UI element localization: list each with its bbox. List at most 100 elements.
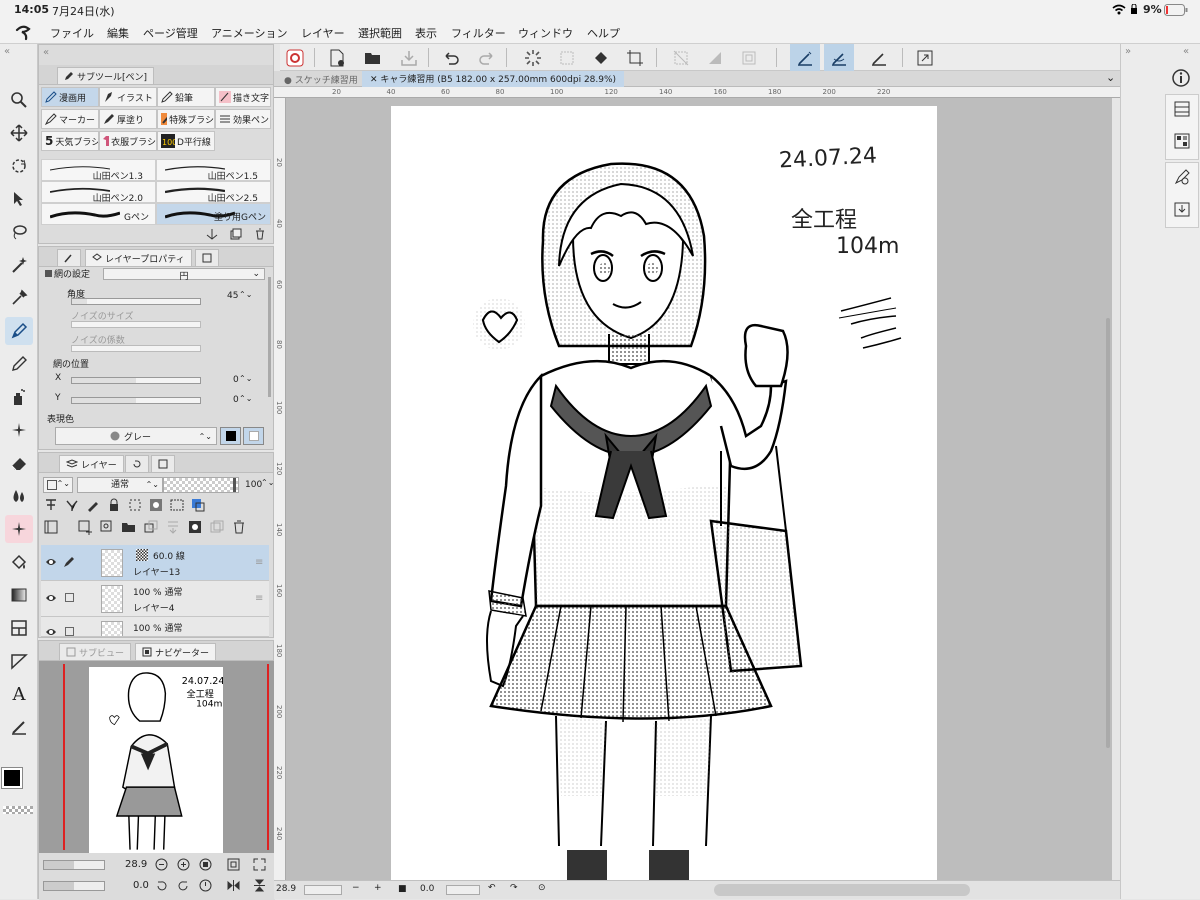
duplicate-brush-icon[interactable] (230, 228, 242, 240)
tab-tool-property[interactable] (57, 249, 81, 266)
balloon-tool-icon[interactable] (5, 713, 33, 741)
clip-studio-logo-icon[interactable] (14, 23, 32, 41)
y-slider[interactable] (71, 397, 201, 404)
color-set-icon[interactable] (1173, 132, 1191, 150)
material-import-icon[interactable] (1173, 200, 1191, 218)
main-color-swatch[interactable] (1, 767, 23, 789)
reset-rotation-icon[interactable] (199, 879, 212, 892)
white-color-toggle[interactable] (243, 427, 264, 445)
rotation-value[interactable]: 0.0 (133, 880, 149, 891)
tab-subview[interactable]: サブビュー (59, 643, 132, 660)
layer-row[interactable]: 60.0 線 レイヤー13 ≡ (41, 545, 269, 581)
save-icon[interactable] (394, 44, 424, 71)
decoration-tool-icon[interactable] (5, 416, 33, 444)
menu-help[interactable]: ヘルプ (587, 25, 620, 41)
snap-special-ruler-icon[interactable] (790, 44, 820, 71)
brush-yamada-2-0[interactable]: 山田ペン2.0 (41, 181, 156, 204)
bottom-rotation-value[interactable]: 0.0 (420, 884, 434, 894)
subtool-group-thick[interactable]: 厚塗り (99, 109, 157, 129)
brush-yamada-2-5[interactable]: 山田ペン2.5 (156, 181, 271, 204)
x-slider[interactable] (71, 377, 201, 384)
clip-layer-icon[interactable] (43, 497, 61, 515)
fit-window-icon[interactable] (253, 858, 266, 871)
expand-right-icon[interactable]: « (1183, 46, 1189, 57)
drag-handle-icon[interactable]: ≡ (255, 557, 263, 568)
menu-filter[interactable]: フィルター (451, 25, 506, 41)
close-tab-icon[interactable]: ✕ (370, 75, 378, 85)
new-raster-layer-icon[interactable] (77, 519, 93, 537)
bottom-rotation-slider[interactable] (446, 885, 480, 895)
tab-sketch-practice[interactable]: ● スケッチ練習用 (278, 72, 364, 86)
angle-slider[interactable] (71, 298, 201, 305)
tab-layer-property[interactable]: レイヤープロパティ (85, 249, 192, 266)
zoom-out-icon[interactable] (155, 858, 168, 871)
airbrush-tool-icon[interactable] (5, 383, 33, 411)
transfer-layer-icon[interactable] (143, 519, 159, 537)
info-icon[interactable] (1171, 68, 1191, 88)
layer-checkbox[interactable] (65, 627, 74, 636)
noise-factor-slider[interactable] (71, 345, 201, 352)
brush-yamada-1-3[interactable]: 山田ペン1.3 (41, 159, 156, 182)
collapse-left-icon[interactable]: « (4, 46, 10, 57)
eye-icon[interactable] (45, 627, 57, 636)
fit-page-icon[interactable] (227, 858, 240, 871)
move-tool-icon[interactable] (5, 119, 33, 147)
fill-selection-icon[interactable] (586, 44, 616, 71)
subtool-group-illust[interactable]: イラスト (99, 87, 157, 107)
tab-navigator[interactable]: ナビゲーター (135, 643, 217, 660)
brush-fill-g-pen[interactable]: 塗り用Gペン (156, 203, 271, 225)
tab-layer[interactable]: レイヤー (59, 455, 124, 472)
opacity-slider[interactable] (163, 477, 239, 493)
layer-list-icon[interactable] (43, 519, 59, 537)
x-stepper-icon[interactable]: ⌃⌄ (239, 374, 252, 383)
horizontal-scrollbar[interactable] (714, 884, 970, 896)
eraser-tool-icon[interactable] (5, 449, 33, 477)
tab-menu-chevron-icon[interactable]: ⌄ (1106, 71, 1115, 84)
subtool-group-pencil[interactable]: 鉛筆 (157, 87, 215, 107)
lock-transparent-icon[interactable] (127, 497, 145, 515)
bottom-actual-size-icon[interactable]: ■ (398, 884, 407, 894)
color-history-icon[interactable] (1173, 100, 1191, 118)
opacity-stepper-icon[interactable]: ⌃⌄ (261, 478, 274, 487)
layer-row[interactable]: 100 % 通常 レイヤー4 ≡ (41, 581, 269, 617)
eye-icon[interactable] (45, 557, 57, 567)
menu-file[interactable]: ファイル (50, 25, 94, 41)
bottom-rotate-right-icon[interactable]: ↷ (510, 883, 518, 893)
tab-character-practice[interactable]: ✕ キャラ練習用 (B5 182.00 x 257.00mm 600dpi 28… (362, 71, 625, 87)
ruler-tool-icon[interactable] (5, 647, 33, 675)
tab-extra[interactable] (195, 249, 219, 266)
menu-animation[interactable]: アニメーション (211, 25, 288, 41)
zoom-value[interactable]: 28.9 (125, 859, 147, 870)
loading-icon[interactable] (518, 44, 548, 71)
create-brush-icon[interactable] (206, 228, 218, 240)
bottom-reset-rotation-icon[interactable]: ⊙ (538, 883, 546, 893)
collapse-panel-icon[interactable]: « (43, 47, 49, 58)
tab-history[interactable] (125, 455, 149, 472)
pencil-tool-icon[interactable] (5, 350, 33, 378)
undo-icon[interactable] (436, 44, 466, 71)
delete-brush-icon[interactable] (254, 228, 266, 240)
new-file-icon[interactable] (322, 44, 352, 71)
draft-layer-icon[interactable] (85, 497, 103, 515)
bottom-zoom-out-icon[interactable]: − (352, 883, 360, 893)
opacity-value[interactable]: 100 (245, 480, 262, 490)
vertical-scrollbar[interactable] (1106, 318, 1110, 748)
flip-vertical-icon[interactable] (253, 879, 266, 892)
expand-icon[interactable] (910, 44, 940, 71)
blend-tool-icon[interactable] (5, 482, 33, 510)
open-file-icon[interactable] (358, 44, 388, 71)
transparent-color-swatch[interactable] (3, 806, 33, 814)
new-folder-icon[interactable] (121, 519, 137, 537)
eyedropper-tool-icon[interactable] (5, 284, 33, 312)
eye-icon[interactable] (45, 593, 57, 603)
drag-handle-icon[interactable]: ≡ (255, 593, 263, 604)
pen-tool-icon[interactable] (5, 317, 33, 345)
black-color-toggle[interactable] (220, 427, 241, 445)
reference-layer-icon[interactable] (64, 497, 82, 515)
mask-add-icon[interactable] (187, 519, 203, 537)
sparkle-tool-icon[interactable] (5, 515, 33, 543)
bottom-zoom-in-icon[interactable]: + (374, 883, 382, 893)
flip-horizontal-icon[interactable] (227, 879, 240, 892)
actual-size-icon[interactable] (199, 858, 212, 871)
subtool-group-marker[interactable]: マーカー (41, 109, 99, 129)
